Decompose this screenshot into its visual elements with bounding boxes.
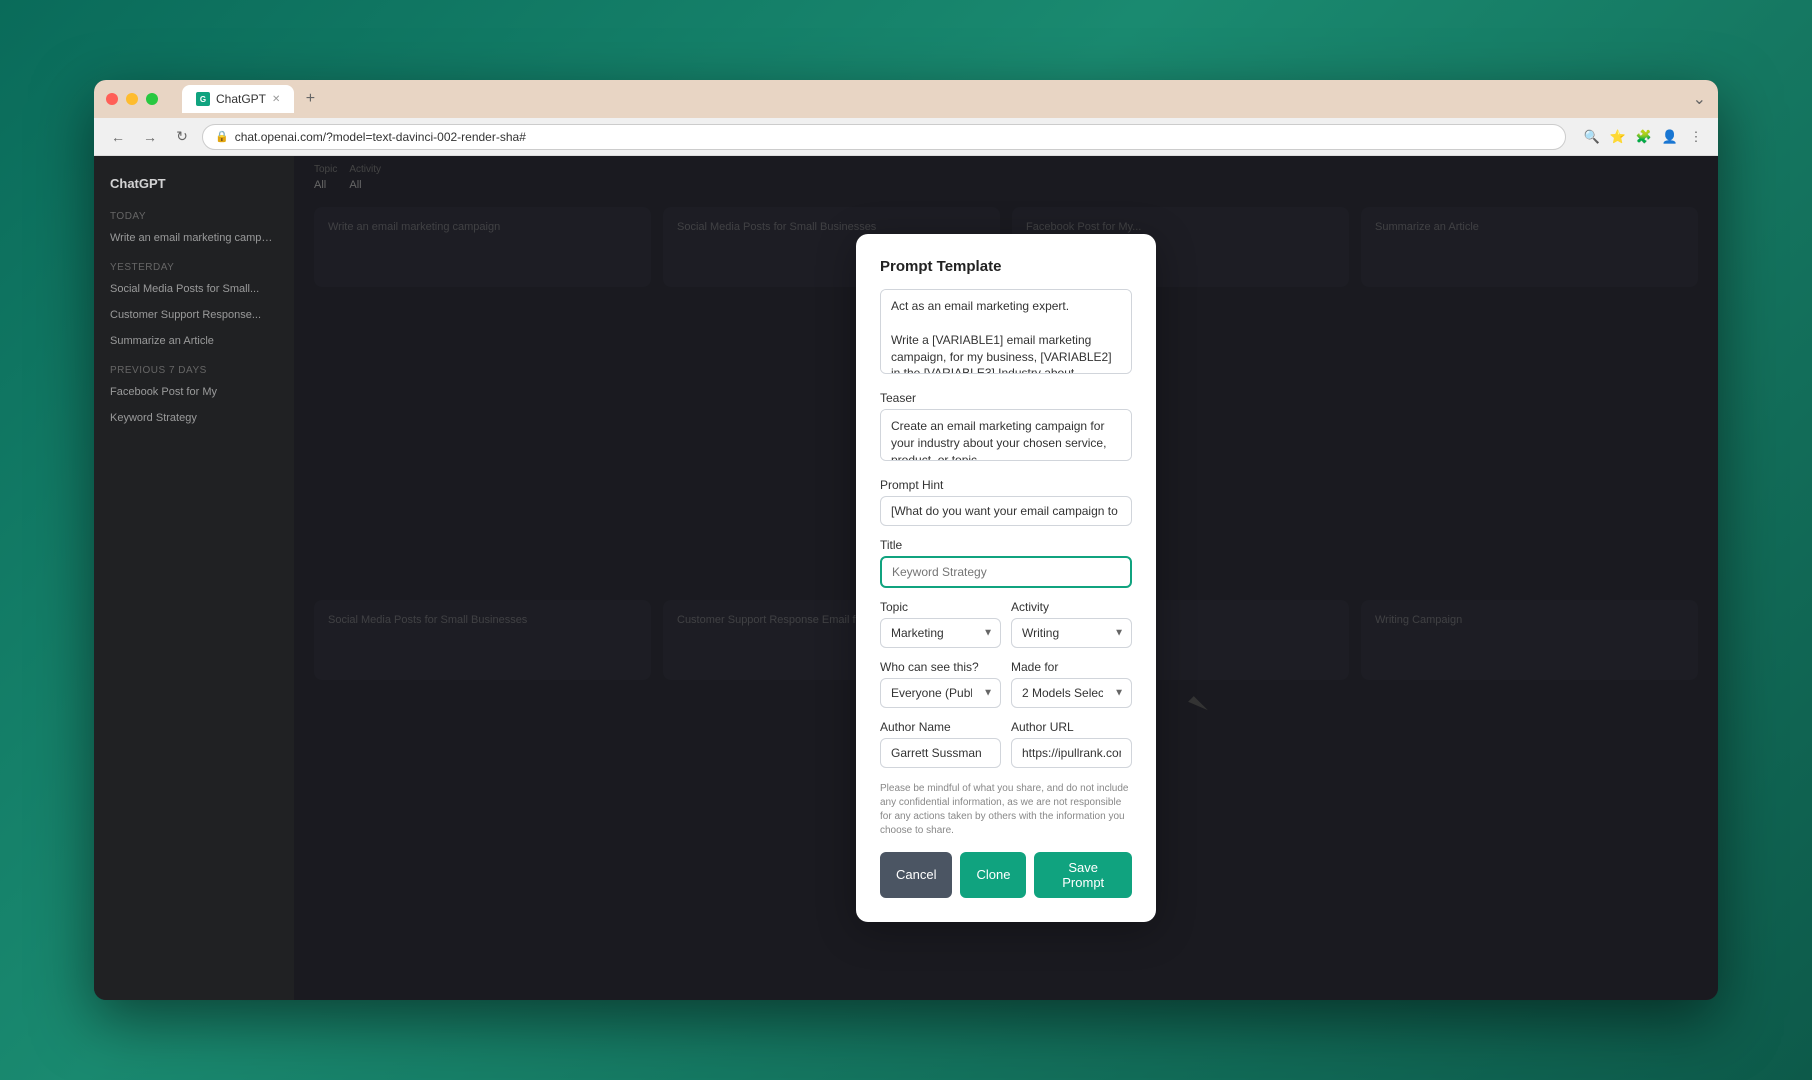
url-text: chat.openai.com/?model=text-davinci-002-… [235,130,526,144]
topic-select[interactable]: Marketing Sales Writing SEO Social Media [880,618,1001,648]
title-form-group: Title [880,538,1132,588]
sidebar-section-yesterday: Yesterday [102,258,286,277]
modal-overlay: Prompt Template Teaser Prompt Hint [294,156,1718,1000]
tab-bar: G ChatGPT ✕ + [182,85,1685,113]
prompt-textarea[interactable] [880,289,1132,374]
who-can-see-form-group: Who can see this? Everyone (Public) Only… [880,660,1001,708]
sidebar-item-1[interactable]: Write an email marketing campaign [102,226,286,250]
activity-label: Activity [1011,600,1132,614]
save-prompt-button[interactable]: Save Prompt [1034,852,1132,898]
disclaimer-text: Please be mindful of what you share, and… [880,782,1132,838]
author-url-form-group: Author URL [1011,720,1132,768]
topic-activity-row: Topic Marketing Sales Writing SEO Social… [880,600,1132,648]
mouse-cursor [1194,696,1218,720]
back-button[interactable]: ← [106,125,130,149]
visibility-model-row: Who can see this? Everyone (Public) Only… [880,660,1132,708]
title-input[interactable] [880,556,1132,588]
extension-icon[interactable]: 🧩 [1634,127,1654,147]
maximize-button[interactable] [146,93,158,105]
profile-icon[interactable]: ⌄ [1693,89,1706,109]
prompt-hint-label: Prompt Hint [880,478,1132,492]
author-url-label: Author URL [1011,720,1132,734]
clone-button[interactable]: Clone [960,852,1026,898]
tab-favicon: G [196,92,210,106]
browser-window: G ChatGPT ✕ + ⌄ ← → ↻ 🔒 chat.openai.com/… [94,80,1718,1000]
who-can-see-label: Who can see this? [880,660,1001,674]
profile-avatar[interactable]: 👤 [1660,127,1680,147]
search-icon[interactable]: 🔍 [1582,127,1602,147]
author-url-input[interactable] [1011,738,1132,768]
browser-toolbar: ← → ↻ 🔒 chat.openai.com/?model=text-davi… [94,118,1718,156]
made-for-select[interactable]: 2 Models Selected All Models GPT-4 only [1011,678,1132,708]
cancel-button[interactable]: Cancel [880,852,952,898]
prompt-form-group [880,289,1132,379]
topic-select-wrapper: Marketing Sales Writing SEO Social Media… [880,618,1001,648]
more-options-icon[interactable]: ⋮ [1686,127,1706,147]
sidebar-section-today: Today [102,207,286,226]
teaser-label: Teaser [880,391,1132,405]
bookmark-icon[interactable]: ⭐ [1608,127,1628,147]
page-content: ChatGPT Today Write an email marketing c… [94,156,1718,1000]
sidebar-item-2[interactable]: Social Media Posts for Small... [102,277,286,301]
sidebar-item-6[interactable]: Keyword Strategy [102,406,286,430]
teaser-textarea[interactable] [880,409,1132,461]
made-for-form-group: Made for 2 Models Selected All Models GP… [1011,660,1132,708]
prompt-hint-form-group: Prompt Hint [880,478,1132,526]
reload-button[interactable]: ↻ [170,125,194,149]
modal-dialog: Prompt Template Teaser Prompt Hint [856,234,1156,922]
author-name-label: Author Name [880,720,1001,734]
visibility-select[interactable]: Everyone (Public) Only Me My Team [880,678,1001,708]
sidebar-item-5[interactable]: Facebook Post for My [102,380,286,404]
teaser-form-group: Teaser [880,391,1132,466]
activity-select-wrapper: Writing Analysis Research Planning ▼ [1011,618,1132,648]
sidebar: ChatGPT Today Write an email marketing c… [94,156,294,1000]
activity-form-group: Activity Writing Analysis Research Plann… [1011,600,1132,648]
author-name-input[interactable] [880,738,1001,768]
browser-titlebar: G ChatGPT ✕ + ⌄ [94,80,1718,118]
author-name-form-group: Author Name [880,720,1001,768]
active-tab[interactable]: G ChatGPT ✕ [182,85,294,113]
visibility-select-wrapper: Everyone (Public) Only Me My Team ▼ [880,678,1001,708]
made-for-label: Made for [1011,660,1132,674]
sidebar-title: ChatGPT [102,168,286,199]
topic-label: Topic [880,600,1001,614]
tab-close-icon[interactable]: ✕ [272,94,280,105]
address-bar[interactable]: 🔒 chat.openai.com/?model=text-davinci-00… [202,124,1566,150]
activity-select[interactable]: Writing Analysis Research Planning [1011,618,1132,648]
tab-label: ChatGPT [216,92,266,106]
modal-actions: Cancel Clone Save Prompt [880,852,1132,898]
main-content: Topic All Activity All Write an email ma… [294,156,1718,1000]
forward-button[interactable]: → [138,125,162,149]
made-for-select-wrapper: 2 Models Selected All Models GPT-4 only … [1011,678,1132,708]
author-row: Author Name Author URL [880,720,1132,768]
modal-title: Prompt Template [880,258,1132,275]
sidebar-item-3[interactable]: Customer Support Response... [102,303,286,327]
sidebar-section-7days: Previous 7 Days [102,361,286,380]
title-label: Title [880,538,1132,552]
minimize-button[interactable] [126,93,138,105]
new-tab-button[interactable]: + [298,87,322,111]
toolbar-icons: 🔍 ⭐ 🧩 👤 ⋮ [1582,127,1706,147]
sidebar-item-4[interactable]: Summarize an Article [102,329,286,353]
close-button[interactable] [106,93,118,105]
prompt-hint-input[interactable] [880,496,1132,526]
topic-form-group: Topic Marketing Sales Writing SEO Social… [880,600,1001,648]
